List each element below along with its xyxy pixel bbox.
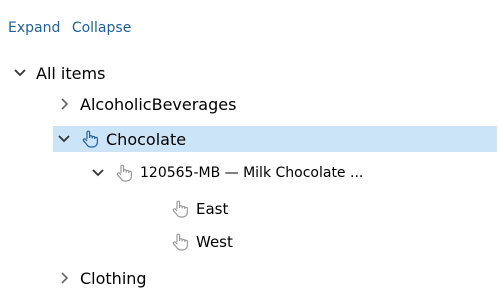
tree-node-alcoholicbeverages[interactable]: AlcoholicBeverages bbox=[56, 91, 236, 117]
hand-pointer-icon bbox=[114, 163, 134, 183]
tree-node-chocolate[interactable]: Chocolate bbox=[53, 126, 497, 152]
hand-pointer-icon bbox=[80, 129, 100, 149]
hand-pointer-icon bbox=[170, 232, 190, 252]
tree-node-label: All items bbox=[36, 63, 106, 83]
tree-node-product[interactable]: 120565-MB — Milk Chocolate ... bbox=[90, 160, 363, 186]
expand-link[interactable]: Expand bbox=[8, 20, 60, 36]
tree-node-clothing[interactable]: Clothing bbox=[56, 265, 147, 291]
tree-toolbar: Expand Collapse bbox=[8, 20, 138, 36]
tree-node-label: West bbox=[196, 233, 233, 251]
chevron-down-icon[interactable] bbox=[56, 131, 72, 147]
chevron-right-icon[interactable] bbox=[56, 96, 72, 112]
tree-node-label: Chocolate bbox=[106, 129, 187, 149]
tree-node-label: AlcoholicBeverages bbox=[80, 94, 237, 114]
chevron-down-icon[interactable] bbox=[90, 165, 106, 181]
chevron-down-icon[interactable] bbox=[12, 65, 28, 81]
tree-node-label: 120565-MB — Milk Chocolate ... bbox=[140, 165, 364, 181]
tree-node-east[interactable]: East bbox=[170, 196, 228, 222]
tree-node-label: East bbox=[196, 200, 229, 218]
tree-node-label: Clothing bbox=[80, 268, 147, 288]
tree-node-all-items[interactable]: All items bbox=[12, 60, 105, 86]
chevron-right-icon[interactable] bbox=[56, 270, 72, 286]
tree-node-west[interactable]: West bbox=[170, 229, 233, 255]
hand-pointer-icon bbox=[170, 199, 190, 219]
collapse-link[interactable]: Collapse bbox=[72, 20, 132, 36]
